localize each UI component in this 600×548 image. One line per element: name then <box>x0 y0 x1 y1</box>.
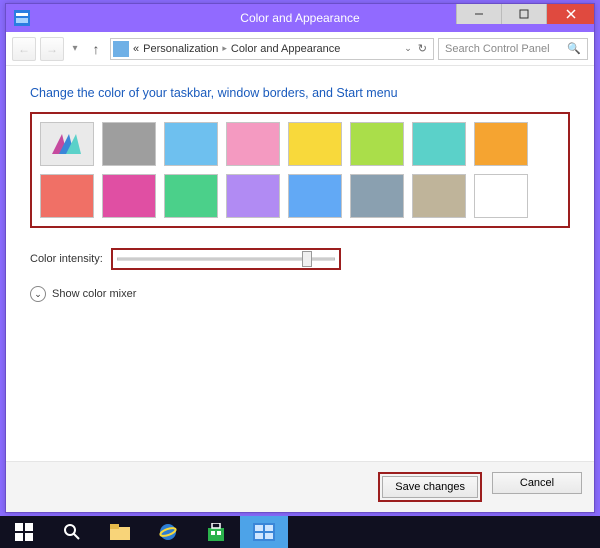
breadcrumb-current[interactable]: Color and Appearance <box>231 43 340 55</box>
forward-button[interactable]: → <box>40 37 64 61</box>
close-button[interactable] <box>546 4 594 24</box>
intensity-slider-highlight <box>111 248 341 270</box>
color-swatch[interactable] <box>102 122 156 166</box>
back-arrow-icon: ← <box>18 42 30 56</box>
taskbar-explorer-icon[interactable] <box>96 516 144 548</box>
up-button[interactable]: ↑ <box>86 39 106 59</box>
color-swatch-grid <box>30 112 570 228</box>
forward-arrow-icon: → <box>46 42 58 56</box>
color-swatch[interactable] <box>226 122 280 166</box>
intensity-slider[interactable] <box>117 251 335 267</box>
start-button[interactable] <box>0 516 48 548</box>
color-swatch[interactable] <box>40 174 94 218</box>
address-right: ⌄ ↻ <box>404 42 431 55</box>
taskbar <box>0 516 600 548</box>
color-swatch[interactable] <box>288 122 342 166</box>
color-swatch-automatic[interactable] <box>40 122 94 166</box>
taskbar-control-panel-icon[interactable] <box>240 516 288 548</box>
color-swatch[interactable] <box>164 122 218 166</box>
location-icon <box>113 41 129 57</box>
page-heading: Change the color of your taskbar, window… <box>30 86 570 100</box>
content-area: Change the color of your taskbar, window… <box>6 66 594 461</box>
search-icon: 🔍 <box>567 42 581 55</box>
search-input[interactable]: Search Control Panel 🔍 <box>438 38 588 60</box>
window-icon <box>14 10 30 26</box>
search-placeholder: Search Control Panel <box>445 43 550 55</box>
breadcrumb-pre: « <box>133 43 139 55</box>
refresh-icon[interactable]: ↻ <box>418 42 427 55</box>
taskbar-search-icon[interactable] <box>48 516 96 548</box>
color-swatch[interactable] <box>350 174 404 218</box>
minimize-button[interactable] <box>456 4 501 24</box>
taskbar-ie-icon[interactable] <box>144 516 192 548</box>
color-swatch[interactable] <box>164 174 218 218</box>
color-swatch[interactable] <box>412 174 466 218</box>
mixer-label: Show color mixer <box>52 288 136 300</box>
color-swatch[interactable] <box>102 174 156 218</box>
chevron-right-icon: ▸ <box>222 43 227 54</box>
intensity-row: Color intensity: <box>30 248 570 270</box>
up-arrow-icon: ↑ <box>93 41 100 57</box>
cancel-button[interactable]: Cancel <box>492 472 582 494</box>
window-controls <box>456 4 594 24</box>
save-button[interactable]: Save changes <box>382 476 478 498</box>
titlebar[interactable]: Color and Appearance <box>6 4 594 32</box>
color-swatch[interactable] <box>350 122 404 166</box>
color-swatch[interactable] <box>474 174 528 218</box>
address-bar[interactable]: « Personalization ▸ Color and Appearance… <box>110 38 434 60</box>
intensity-label: Color intensity: <box>30 253 103 265</box>
color-swatch[interactable] <box>226 174 280 218</box>
chevron-down-icon: ⌄ <box>30 286 46 302</box>
color-swatch[interactable] <box>474 122 528 166</box>
history-dropdown[interactable]: ▾ <box>68 43 82 54</box>
window: Color and Appearance ← → ▾ ↑ « Personali… <box>5 3 595 513</box>
window-title: Color and Appearance <box>240 11 359 25</box>
color-mixer-toggle[interactable]: ⌄ Show color mixer <box>30 286 570 302</box>
slider-thumb[interactable] <box>302 251 312 267</box>
maximize-button[interactable] <box>501 4 546 24</box>
breadcrumb: « Personalization ▸ Color and Appearance <box>133 43 340 55</box>
color-swatch[interactable] <box>412 122 466 166</box>
save-button-highlight: Save changes <box>378 472 482 502</box>
taskbar-store-icon[interactable] <box>192 516 240 548</box>
navbar: ← → ▾ ↑ « Personalization ▸ Color and Ap… <box>6 32 594 66</box>
breadcrumb-parent[interactable]: Personalization <box>143 43 218 55</box>
color-swatch[interactable] <box>288 174 342 218</box>
back-button[interactable]: ← <box>12 37 36 61</box>
footer: Save changes Cancel <box>6 461 594 512</box>
address-dropdown-icon[interactable]: ⌄ <box>404 43 412 54</box>
